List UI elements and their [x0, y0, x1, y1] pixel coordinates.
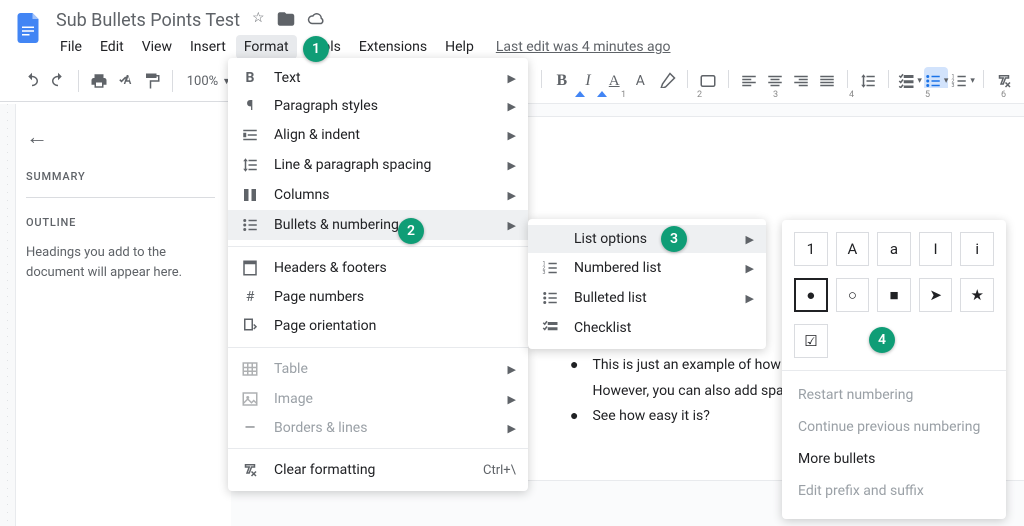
- format-borders-lines: —Borders & lines▶: [228, 414, 528, 442]
- paint-format-button[interactable]: [140, 67, 164, 95]
- menu-view[interactable]: View: [134, 35, 180, 59]
- list-glyph-1[interactable]: 1: [794, 232, 828, 266]
- list-more-bullets[interactable]: More bullets: [794, 443, 994, 475]
- format-page-orientation[interactable]: Page orientation: [228, 311, 528, 341]
- menu-file[interactable]: File: [52, 35, 90, 59]
- list-glyph-circle[interactable]: ○: [836, 278, 870, 312]
- list-glyph-arrow[interactable]: ➤: [919, 278, 953, 312]
- menu-format[interactable]: Format: [236, 35, 297, 59]
- outline-empty-note: Headings you add to the document will ap…: [26, 243, 215, 282]
- cloud-status-icon[interactable]: [307, 10, 325, 32]
- menu-edit[interactable]: Edit: [92, 35, 132, 59]
- format-columns[interactable]: Columns▶: [228, 180, 528, 210]
- format-image: Image▶: [228, 384, 528, 414]
- redo-button[interactable]: [46, 67, 70, 95]
- submenu-checklist[interactable]: Checklist: [528, 313, 766, 343]
- spellcheck-button[interactable]: [113, 67, 137, 95]
- svg-text:3: 3: [543, 270, 546, 276]
- format-page-numbers[interactable]: #Page numbers: [228, 283, 528, 311]
- list-glyph-star[interactable]: ★: [960, 278, 994, 312]
- step-badge-4: 4: [869, 327, 895, 353]
- docs-logo[interactable]: [8, 8, 48, 48]
- format-menu-dropdown: BText▶ ¶Paragraph styles▶ Align & indent…: [228, 58, 528, 491]
- outline-panel: ← SUMMARY OUTLINE Headings you add to th…: [16, 104, 231, 526]
- menu-help[interactable]: Help: [437, 35, 482, 59]
- format-paragraph-styles[interactable]: ¶Paragraph styles▶: [228, 92, 528, 120]
- list-glyph-checkbox[interactable]: ☑: [794, 324, 828, 358]
- move-icon[interactable]: [277, 10, 295, 32]
- bullets-submenu: List options▶ 123Numbered list▶ Bulleted…: [528, 219, 766, 349]
- step-badge-1: 1: [303, 36, 329, 62]
- list-continue-numbering: Continue previous numbering: [794, 411, 994, 443]
- format-bullets-numbering[interactable]: Bullets & numbering▶: [228, 210, 528, 240]
- step-badge-2: 2: [398, 218, 424, 244]
- list-glyph-A[interactable]: A: [836, 232, 870, 266]
- format-line-spacing[interactable]: Line & paragraph spacing▶: [228, 150, 528, 180]
- submenu-numbered-list[interactable]: 123Numbered list▶: [528, 253, 766, 283]
- format-table: Table▶: [228, 354, 528, 384]
- doc-line: However, you can also add spa: [592, 381, 783, 403]
- list-glyph-square[interactable]: ■: [877, 278, 911, 312]
- list-options-panel: 1 A a I i ● ○ ■ ➤ ★ ☑ Restart numbering …: [782, 220, 1006, 519]
- outline-summary-heading: SUMMARY: [26, 170, 215, 183]
- star-icon[interactable]: ☆: [252, 10, 265, 32]
- vertical-ruler: [0, 104, 16, 526]
- format-clear-formatting[interactable]: Clear formattingCtrl+\: [228, 455, 528, 485]
- submenu-list-options[interactable]: List options▶: [528, 225, 766, 253]
- list-restart-numbering: Restart numbering: [794, 379, 994, 411]
- submenu-bulleted-list[interactable]: Bulleted list▶: [528, 283, 766, 313]
- format-align-indent[interactable]: Align & indent▶: [228, 120, 528, 150]
- outline-back-button[interactable]: ←: [26, 124, 48, 150]
- list-glyph-a[interactable]: a: [877, 232, 911, 266]
- doc-line: See how easy it is?: [592, 406, 709, 428]
- step-badge-3: 3: [661, 226, 687, 252]
- undo-button[interactable]: [20, 67, 44, 95]
- menu-extensions[interactable]: Extensions: [351, 35, 435, 59]
- menu-insert[interactable]: Insert: [182, 35, 234, 59]
- doc-title[interactable]: Sub Bullets Points Test: [52, 8, 244, 33]
- list-glyph-I[interactable]: I: [919, 232, 953, 266]
- format-text[interactable]: BText▶: [228, 64, 528, 92]
- list-glyph-disc[interactable]: ●: [794, 278, 828, 312]
- outline-outline-heading: OUTLINE: [26, 216, 215, 229]
- format-headers-footers[interactable]: Headers & footers: [228, 253, 528, 283]
- menu-bar: File Edit View Insert Format Tools Exten…: [52, 35, 1016, 59]
- list-edit-prefix-suffix: Edit prefix and suffix: [794, 475, 994, 507]
- list-glyph-i[interactable]: i: [960, 232, 994, 266]
- print-button[interactable]: [87, 67, 111, 95]
- last-edit-link[interactable]: Last edit was 4 minutes ago: [496, 39, 671, 55]
